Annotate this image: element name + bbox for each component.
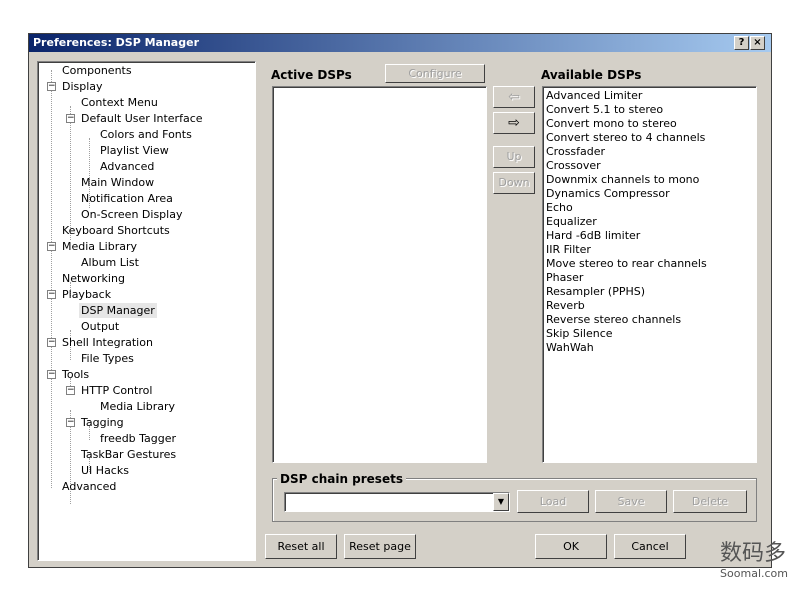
tree-item-dsp-manager[interactable]: DSP Manager [79, 303, 157, 318]
delete-button[interactable]: Delete [673, 490, 747, 513]
window-title: Preferences: DSP Manager [33, 36, 199, 49]
remove-arrow-button[interactable]: ⇨ [493, 112, 535, 134]
collapse-icon[interactable]: − [66, 114, 75, 123]
tree-item-playlist-view[interactable]: Playlist View [100, 143, 169, 158]
tree-item-default-user-interface[interactable]: Default User Interface [81, 111, 203, 126]
list-item[interactable]: Hard -6dB limiter [546, 229, 640, 243]
collapse-icon[interactable]: − [66, 418, 75, 427]
cancel-button[interactable]: Cancel [614, 534, 686, 559]
add-arrow-button[interactable]: ⇦ [493, 86, 535, 108]
down-button[interactable]: Down [493, 172, 535, 194]
tree-item-context-menu[interactable]: Context Menu [81, 95, 158, 110]
list-item[interactable]: Skip Silence [546, 327, 613, 341]
tree-item-on-screen-display[interactable]: On-Screen Display [81, 207, 182, 222]
reset-page-button[interactable]: Reset page [344, 534, 416, 559]
load-button[interactable]: Load [517, 490, 589, 513]
reset-all-button[interactable]: Reset all [265, 534, 337, 559]
active-dsps-heading: Active DSPs [271, 68, 352, 82]
watermark-cn: 数码多 [720, 541, 787, 566]
preferences-tree[interactable]: − − − − − − − − Components Display Conte… [37, 61, 256, 561]
list-item[interactable]: Convert stereo to 4 channels [546, 131, 705, 145]
list-item[interactable]: Resampler (PPHS) [546, 285, 645, 299]
tree-item-freedb-tagger[interactable]: freedb Tagger [100, 431, 176, 446]
list-item[interactable]: Equalizer [546, 215, 597, 229]
tree-item-tagging[interactable]: Tagging [81, 415, 124, 430]
ok-button[interactable]: OK [535, 534, 607, 559]
list-item[interactable]: Crossfader [546, 145, 605, 159]
tree-item-display[interactable]: Display [62, 79, 103, 94]
save-button[interactable]: Save [595, 490, 667, 513]
tree-line [70, 106, 71, 240]
tree-item-album-list[interactable]: Album List [81, 255, 139, 270]
tree-item-ui-hacks[interactable]: UI Hacks [81, 463, 129, 478]
list-item[interactable]: Convert 5.1 to stereo [546, 103, 663, 117]
watermark-en: Soomal.com [720, 567, 788, 580]
tree-item-networking[interactable]: Networking [62, 271, 125, 286]
tree-item-advanced-dui[interactable]: Advanced [100, 159, 154, 174]
list-item[interactable]: Phaser [546, 271, 583, 285]
tree-item-colors-and-fonts[interactable]: Colors and Fonts [100, 127, 192, 142]
close-button[interactable]: × [750, 36, 765, 50]
tree-item-media-library-http[interactable]: Media Library [100, 399, 175, 414]
list-item[interactable]: WahWah [546, 341, 594, 355]
list-item[interactable]: Reverb [546, 299, 585, 313]
active-dsps-list[interactable] [272, 86, 487, 463]
collapse-icon[interactable]: − [47, 82, 56, 91]
tree-item-playback[interactable]: Playback [62, 287, 111, 302]
tree-item-file-types[interactable]: File Types [81, 351, 134, 366]
title-bar: Preferences: DSP Manager ? × [29, 34, 771, 52]
collapse-icon[interactable]: − [47, 338, 56, 347]
preset-dropdown[interactable]: ▼ [284, 492, 510, 512]
help-button[interactable]: ? [734, 36, 749, 50]
list-item[interactable]: Crossover [546, 159, 601, 173]
tree-line [51, 70, 52, 488]
list-item[interactable]: Echo [546, 201, 573, 215]
chevron-down-icon[interactable]: ▼ [493, 493, 509, 511]
tree-item-http-control[interactable]: HTTP Control [81, 383, 152, 398]
list-item[interactable]: Dynamics Compressor [546, 187, 670, 201]
collapse-icon[interactable]: − [66, 386, 75, 395]
tree-item-shell-integration[interactable]: Shell Integration [62, 335, 153, 350]
collapse-icon[interactable]: − [47, 242, 56, 251]
up-button[interactable]: Up [493, 146, 535, 168]
collapse-icon[interactable]: − [47, 290, 56, 299]
tree-item-tools[interactable]: Tools [62, 367, 89, 382]
tree-item-advanced[interactable]: Advanced [62, 479, 116, 494]
available-dsps-list[interactable]: Advanced Limiter Convert 5.1 to stereo C… [542, 86, 757, 463]
list-item[interactable]: Advanced Limiter [546, 89, 642, 103]
collapse-icon[interactable]: − [47, 370, 56, 379]
tree-item-notification-area[interactable]: Notification Area [81, 191, 173, 206]
tree-item-keyboard-shortcuts[interactable]: Keyboard Shortcuts [62, 223, 170, 238]
list-item[interactable]: Reverse stereo channels [546, 313, 681, 327]
list-item[interactable]: Move stereo to rear channels [546, 257, 707, 271]
tree-item-taskbar-gestures[interactable]: TaskBar Gestures [81, 447, 176, 462]
preferences-window: Preferences: DSP Manager ? × − − − − − −… [28, 33, 772, 568]
dsp-chain-presets-heading: DSP chain presets [277, 472, 406, 486]
watermark: 数码多 Soomal.com [720, 535, 788, 580]
tree-item-media-library[interactable]: Media Library [62, 239, 137, 254]
list-item[interactable]: IIR Filter [546, 243, 591, 257]
tree-item-output[interactable]: Output [81, 319, 119, 334]
configure-selected-button[interactable]: Configure selected [385, 64, 485, 97]
list-item[interactable]: Convert mono to stereo [546, 117, 677, 131]
tree-item-components[interactable]: Components [62, 63, 132, 78]
tree-item-main-window[interactable]: Main Window [81, 175, 154, 190]
list-item[interactable]: Downmix channels to mono [546, 173, 699, 187]
available-dsps-heading: Available DSPs [541, 68, 642, 82]
